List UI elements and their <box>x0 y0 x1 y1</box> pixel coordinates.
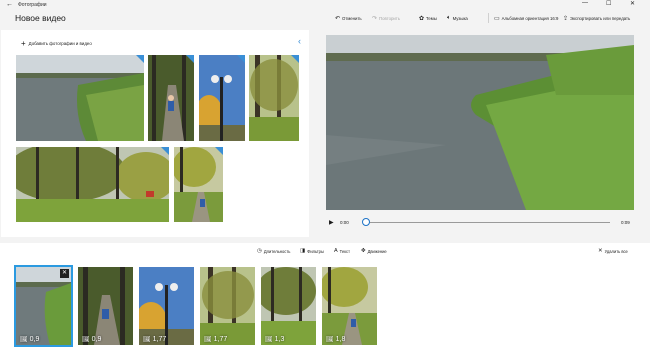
text-icon: A <box>334 248 338 254</box>
library-item-path2[interactable] <box>174 147 223 222</box>
storyboard-card[interactable]: 🖼︎ 1,8 <box>322 267 377 345</box>
used-marker-icon <box>215 147 223 155</box>
redo-button[interactable]: ↷ Повторить <box>372 15 400 22</box>
current-time: 0:00 <box>340 220 349 225</box>
card-duration: 1,77 <box>213 336 228 343</box>
seek-bar[interactable] <box>366 222 610 223</box>
collapse-library-icon[interactable]: ‹ <box>298 36 301 46</box>
close-window-button[interactable]: ✕ <box>630 0 635 7</box>
undo-icon: ↶ <box>335 16 341 22</box>
plus-icon: + <box>21 39 26 48</box>
used-marker-icon <box>186 55 194 63</box>
image-icon: 🖼︎ <box>20 337 28 343</box>
close-icon: ✕ <box>598 248 603 254</box>
image-icon: 🖼︎ <box>265 337 273 343</box>
used-marker-icon <box>237 55 245 63</box>
undo-button[interactable]: ↶ Отменить <box>335 15 362 22</box>
minimize-button[interactable]: — <box>582 0 588 6</box>
redo-icon: ↷ <box>372 16 378 22</box>
project-library: + Добавить фотографии и видео ‹ <box>1 30 309 237</box>
storyboard-card[interactable]: ✕ 🖼︎ 0,9 <box>14 265 73 347</box>
motion-button[interactable]: ✥ Движение <box>361 248 387 254</box>
image-icon: 🖼︎ <box>82 337 90 343</box>
music-button[interactable]: 🔈︎ Музыка <box>447 15 468 22</box>
speaker-icon: 🔈︎ <box>447 15 451 21</box>
aspect-ratio-icon: ▭ <box>494 16 500 22</box>
delete-all-button[interactable]: ✕ Удалить все <box>598 248 628 254</box>
motion-icon: ✥ <box>361 248 366 254</box>
used-marker-icon <box>291 55 299 63</box>
title-bar: ← Фотографии — ☐ ✕ <box>0 0 650 10</box>
export-button[interactable]: ⇪ Экспортировать или передать <box>563 15 630 22</box>
storyboard-card[interactable]: 🖼︎ 0,9 <box>78 267 133 345</box>
play-icon[interactable]: ▶ <box>329 219 334 226</box>
orientation-button[interactable]: ▭ Альбомная ориентация 16:9 <box>494 15 558 22</box>
used-marker-icon <box>161 147 169 155</box>
library-item-trees[interactable] <box>249 55 299 141</box>
clock-icon: ◷ <box>257 248 262 254</box>
add-media-button[interactable]: + Добавить фотографии и видео <box>21 39 92 48</box>
video-title[interactable]: Новое видео <box>15 13 66 23</box>
themes-button[interactable]: ✿ Темы <box>419 15 437 22</box>
seek-handle[interactable] <box>362 218 370 226</box>
card-duration: 0,9 <box>91 336 102 343</box>
image-icon: 🖼︎ <box>204 337 212 343</box>
storyboard-card[interactable]: 🖼︎ 1,3 <box>261 267 316 345</box>
duration-button[interactable]: ◷ Длительность <box>257 248 290 254</box>
card-duration: 1,77 <box>152 336 167 343</box>
card-duration: 1,3 <box>274 336 285 343</box>
remove-card-icon[interactable]: ✕ <box>60 269 69 278</box>
card-duration: 0,9 <box>29 336 40 343</box>
filters-button[interactable]: ◨ Фильтры <box>300 248 324 254</box>
toolbar-divider <box>488 13 489 23</box>
maximize-button[interactable]: ☐ <box>606 0 611 7</box>
end-time: 0:09 <box>621 220 630 225</box>
image-icon: 🖼︎ <box>143 337 151 343</box>
palette-icon: ✿ <box>419 16 425 22</box>
export-icon: ⇪ <box>563 16 569 22</box>
video-preview[interactable] <box>326 35 634 210</box>
card-duration: 1,8 <box>335 336 346 343</box>
image-icon: 🖼︎ <box>326 337 334 343</box>
back-arrow-icon[interactable]: ← <box>6 1 13 8</box>
library-item-lake[interactable] <box>16 55 144 141</box>
filters-icon: ◨ <box>300 248 306 254</box>
library-item-park[interactable] <box>16 147 169 222</box>
app-title: Фотографии <box>18 2 47 8</box>
used-marker-icon <box>136 55 144 63</box>
text-button[interactable]: A Текст <box>334 248 350 254</box>
library-item-lamp[interactable] <box>199 55 245 141</box>
storyboard-card[interactable]: 🖼︎ 1,77 <box>200 267 255 345</box>
library-item-path[interactable] <box>148 55 194 141</box>
storyboard-card[interactable]: 🖼︎ 1,77 <box>139 267 194 345</box>
